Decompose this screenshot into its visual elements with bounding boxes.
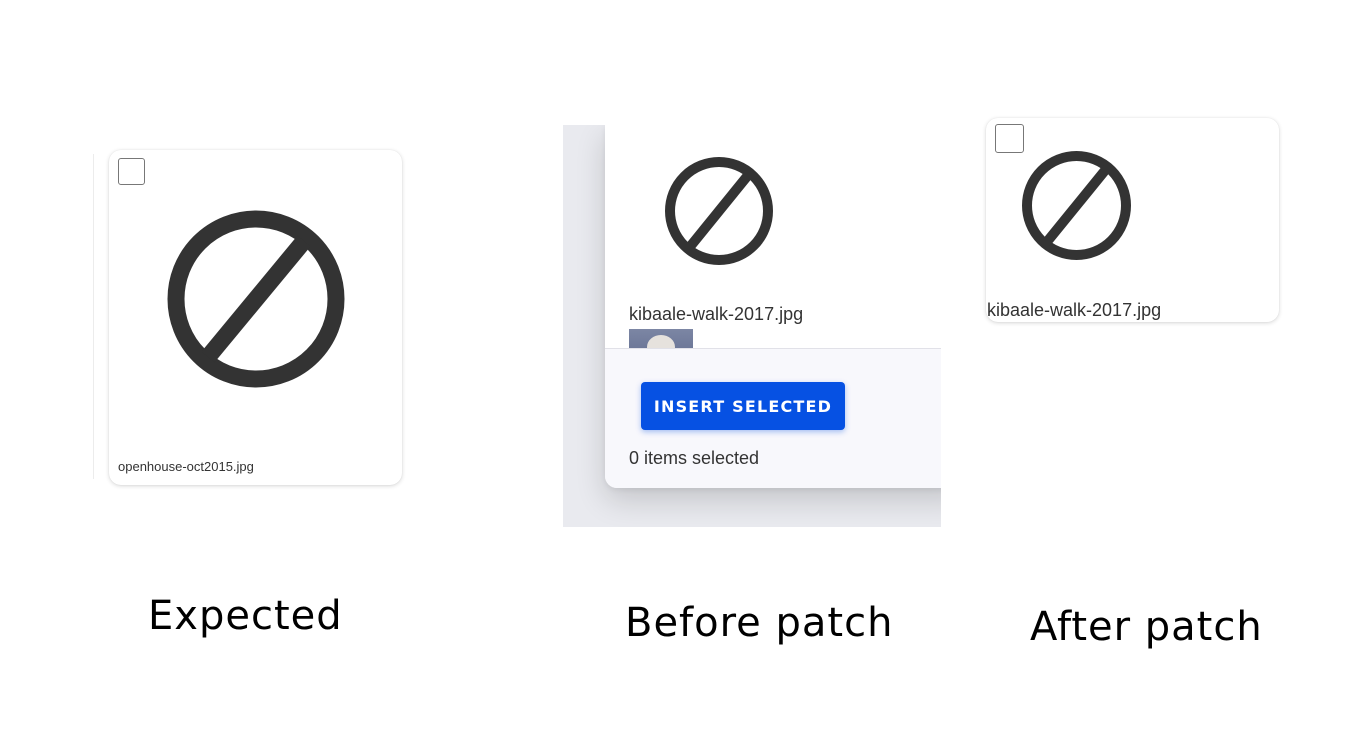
expected-media-card[interactable]: openhouse-oct2015.jpg: [109, 150, 402, 485]
no-image-icon: [1022, 151, 1131, 260]
media-filename: kibaale-walk-2017.jpg: [987, 300, 1162, 320]
caption-expected: Expected: [148, 593, 343, 639]
picker-footer: INSERT SELECTED 0 items selected: [605, 348, 941, 488]
no-image-icon: [167, 210, 345, 388]
media-filename: openhouse-oct2015.jpg: [118, 459, 254, 474]
caption-before-patch: Before patch: [625, 600, 894, 646]
select-checkbox[interactable]: [118, 158, 145, 185]
after-media-card[interactable]: kibaale-walk-2017.jpg: [986, 118, 1279, 322]
expected-divider: [93, 154, 94, 479]
selected-count-text: 0 items selected: [629, 448, 760, 468]
no-image-icon: [665, 157, 773, 265]
select-checkbox[interactable]: [995, 124, 1024, 153]
thumbnail-photo-face: [647, 335, 675, 349]
media-picker-panel: kibaale-walk-2017.jpg INSERT SELECTED 0 …: [605, 125, 941, 488]
media-filename: kibaale-walk-2017.jpg: [629, 304, 804, 324]
caption-after-patch: After patch: [1030, 604, 1263, 650]
before-patch-screenshot: kibaale-walk-2017.jpg INSERT SELECTED 0 …: [563, 125, 941, 527]
media-thumbnail[interactable]: [629, 329, 693, 349]
insert-selected-button[interactable]: INSERT SELECTED: [641, 382, 845, 430]
